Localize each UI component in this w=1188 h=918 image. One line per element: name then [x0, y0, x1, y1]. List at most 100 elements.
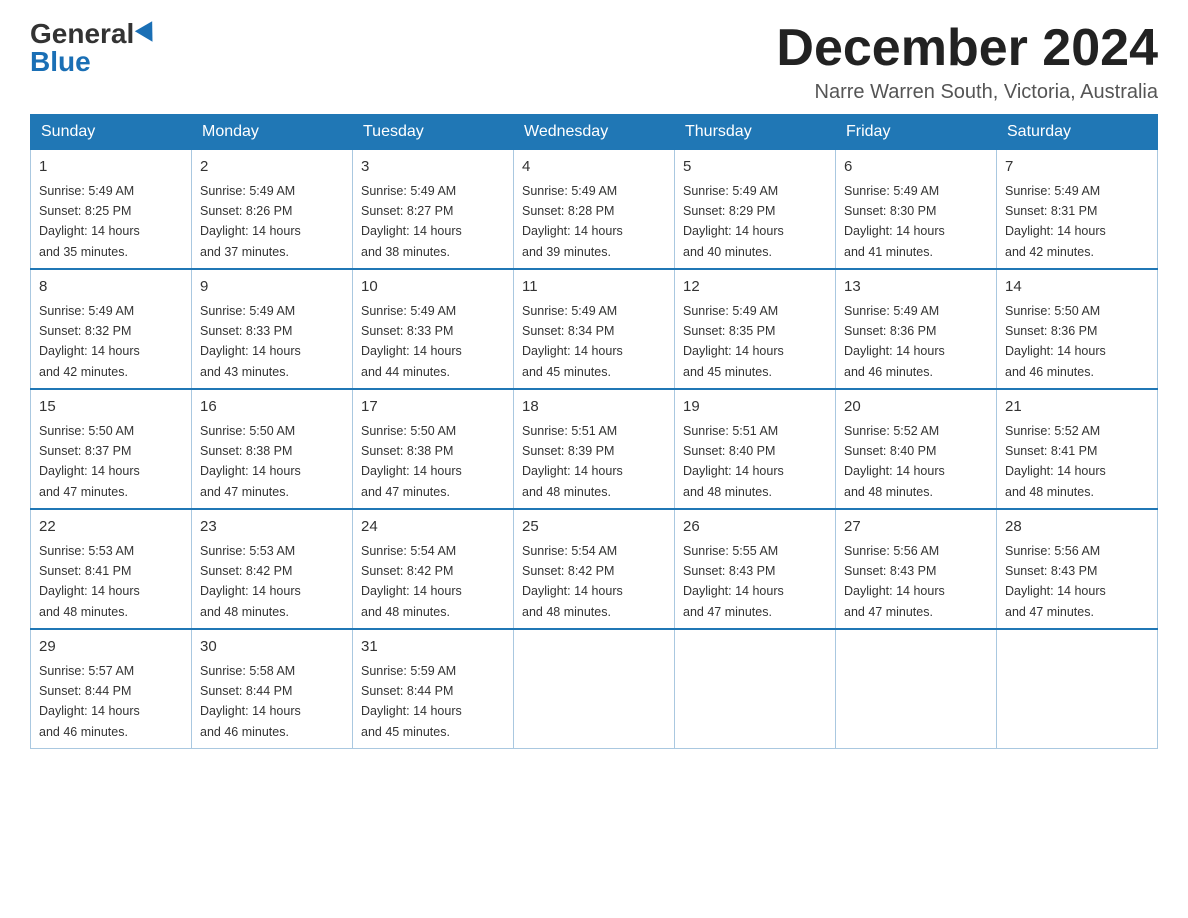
day-info: Sunrise: 5:57 AMSunset: 8:44 PMDaylight:… [39, 664, 140, 739]
calendar-cell: 10Sunrise: 5:49 AMSunset: 8:33 PMDayligh… [353, 269, 514, 389]
calendar-cell: 31 Sunrise: 5:59 AMSunset: 8:44 PMDayligh… [353, 629, 514, 749]
calendar-cell: 17 Sunrise: 5:50 AMSunset: 8:38 PMDayligh… [353, 389, 514, 509]
calendar-cell [675, 629, 836, 749]
calendar-cell: 11 Sunrise: 5:49 AMSunset: 8:34 PMDayligh… [514, 269, 675, 389]
calendar-cell: 1 Sunrise: 5:49 AMSunset: 8:25 PMDaylight… [31, 150, 192, 270]
day-info: Sunrise: 5:49 AMSunset: 8:35 PMDaylight:… [683, 304, 784, 379]
day-number: 1 [39, 156, 183, 179]
day-info: Sunrise: 5:53 AMSunset: 8:42 PMDaylight:… [200, 544, 301, 619]
logo-triangle-icon [135, 21, 161, 47]
day-number: 23 [200, 516, 344, 539]
day-info: Sunrise: 5:49 AMSunset: 8:27 PMDaylight:… [361, 184, 462, 259]
day-number: 12 [683, 276, 827, 299]
location-subtitle: Narre Warren South, Victoria, Australia [776, 81, 1158, 104]
header-sunday: Sunday [31, 115, 192, 150]
day-number: 2 [200, 156, 344, 179]
header-tuesday: Tuesday [353, 115, 514, 150]
header-thursday: Thursday [675, 115, 836, 150]
day-number: 27 [844, 516, 988, 539]
week-row-5: 29 Sunrise: 5:57 AMSunset: 8:44 PMDayligh… [31, 629, 1158, 749]
calendar-cell [997, 629, 1158, 749]
day-number: 11 [522, 276, 666, 299]
week-row-4: 22Sunrise: 5:53 AMSunset: 8:41 PMDayligh… [31, 509, 1158, 629]
calendar-cell: 26 Sunrise: 5:55 AMSunset: 8:43 PMDayligh… [675, 509, 836, 629]
day-number: 31 [361, 636, 505, 659]
day-info: Sunrise: 5:56 AMSunset: 8:43 PMDaylight:… [1005, 544, 1106, 619]
day-info: Sunrise: 5:49 AMSunset: 8:28 PMDaylight:… [522, 184, 623, 259]
calendar-cell: 5 Sunrise: 5:49 AMSunset: 8:29 PMDaylight… [675, 150, 836, 270]
header-saturday: Saturday [997, 115, 1158, 150]
day-number: 4 [522, 156, 666, 179]
day-info: Sunrise: 5:50 AMSunset: 8:38 PMDaylight:… [200, 424, 301, 499]
day-info: Sunrise: 5:50 AMSunset: 8:37 PMDaylight:… [39, 424, 140, 499]
calendar-cell: 6 Sunrise: 5:49 AMSunset: 8:30 PMDaylight… [836, 150, 997, 270]
day-info: Sunrise: 5:58 AMSunset: 8:44 PMDaylight:… [200, 664, 301, 739]
logo-blue-text: Blue [30, 48, 91, 76]
day-info: Sunrise: 5:49 AMSunset: 8:34 PMDaylight:… [522, 304, 623, 379]
day-number: 3 [361, 156, 505, 179]
calendar-cell: 23 Sunrise: 5:53 AMSunset: 8:42 PMDayligh… [192, 509, 353, 629]
calendar-cell: 29 Sunrise: 5:57 AMSunset: 8:44 PMDayligh… [31, 629, 192, 749]
day-number: 26 [683, 516, 827, 539]
calendar-cell: 25 Sunrise: 5:54 AMSunset: 8:42 PMDayligh… [514, 509, 675, 629]
calendar-cell: 27Sunrise: 5:56 AMSunset: 8:43 PMDayligh… [836, 509, 997, 629]
calendar-cell: 7Sunrise: 5:49 AMSunset: 8:31 PMDaylight… [997, 150, 1158, 270]
header-monday: Monday [192, 115, 353, 150]
logo-general-text: General [30, 20, 134, 48]
calendar-cell: 18Sunrise: 5:51 AMSunset: 8:39 PMDayligh… [514, 389, 675, 509]
day-info: Sunrise: 5:50 AMSunset: 8:38 PMDaylight:… [361, 424, 462, 499]
calendar-cell: 4 Sunrise: 5:49 AMSunset: 8:28 PMDaylight… [514, 150, 675, 270]
header-wednesday: Wednesday [514, 115, 675, 150]
day-number: 6 [844, 156, 988, 179]
day-info: Sunrise: 5:54 AMSunset: 8:42 PMDaylight:… [361, 544, 462, 619]
day-number: 16 [200, 396, 344, 419]
page-header: General Blue December 2024 Narre Warren … [30, 20, 1158, 104]
day-info: Sunrise: 5:49 AMSunset: 8:29 PMDaylight:… [683, 184, 784, 259]
calendar-cell: 30Sunrise: 5:58 AMSunset: 8:44 PMDayligh… [192, 629, 353, 749]
day-number: 5 [683, 156, 827, 179]
day-info: Sunrise: 5:51 AMSunset: 8:39 PMDaylight:… [522, 424, 623, 499]
day-info: Sunrise: 5:49 AMSunset: 8:33 PMDaylight:… [361, 304, 462, 379]
calendar-cell: 2Sunrise: 5:49 AMSunset: 8:26 PMDaylight… [192, 150, 353, 270]
day-info: Sunrise: 5:51 AMSunset: 8:40 PMDaylight:… [683, 424, 784, 499]
calendar-cell: 9 Sunrise: 5:49 AMSunset: 8:33 PMDaylight… [192, 269, 353, 389]
day-number: 14 [1005, 276, 1149, 299]
calendar-cell: 24Sunrise: 5:54 AMSunset: 8:42 PMDayligh… [353, 509, 514, 629]
day-info: Sunrise: 5:55 AMSunset: 8:43 PMDaylight:… [683, 544, 784, 619]
calendar-cell: 21 Sunrise: 5:52 AMSunset: 8:41 PMDayligh… [997, 389, 1158, 509]
day-number: 21 [1005, 396, 1149, 419]
day-info: Sunrise: 5:49 AMSunset: 8:33 PMDaylight:… [200, 304, 301, 379]
day-info: Sunrise: 5:52 AMSunset: 8:40 PMDaylight:… [844, 424, 945, 499]
day-number: 22 [39, 516, 183, 539]
month-title: December 2024 [776, 20, 1158, 77]
day-number: 29 [39, 636, 183, 659]
day-info: Sunrise: 5:54 AMSunset: 8:42 PMDaylight:… [522, 544, 623, 619]
day-number: 25 [522, 516, 666, 539]
day-number: 15 [39, 396, 183, 419]
calendar-cell: 13Sunrise: 5:49 AMSunset: 8:36 PMDayligh… [836, 269, 997, 389]
day-info: Sunrise: 5:52 AMSunset: 8:41 PMDaylight:… [1005, 424, 1106, 499]
day-info: Sunrise: 5:59 AMSunset: 8:44 PMDaylight:… [361, 664, 462, 739]
week-row-3: 15 Sunrise: 5:50 AMSunset: 8:37 PMDayligh… [31, 389, 1158, 509]
calendar-cell: 3 Sunrise: 5:49 AMSunset: 8:27 PMDaylight… [353, 150, 514, 270]
day-number: 19 [683, 396, 827, 419]
calendar-table: SundayMondayTuesdayWednesdayThursdayFrid… [30, 114, 1158, 749]
calendar-cell: 16 Sunrise: 5:50 AMSunset: 8:38 PMDayligh… [192, 389, 353, 509]
day-number: 17 [361, 396, 505, 419]
calendar-cell: 28 Sunrise: 5:56 AMSunset: 8:43 PMDayligh… [997, 509, 1158, 629]
day-number: 28 [1005, 516, 1149, 539]
day-number: 7 [1005, 156, 1149, 179]
calendar-cell: 15 Sunrise: 5:50 AMSunset: 8:37 PMDayligh… [31, 389, 192, 509]
day-info: Sunrise: 5:49 AMSunset: 8:32 PMDaylight:… [39, 304, 140, 379]
logo: General Blue [30, 20, 158, 76]
calendar-cell: 8Sunrise: 5:49 AMSunset: 8:32 PMDaylight… [31, 269, 192, 389]
calendar-cell [836, 629, 997, 749]
calendar-cell: 19 Sunrise: 5:51 AMSunset: 8:40 PMDayligh… [675, 389, 836, 509]
day-info: Sunrise: 5:49 AMSunset: 8:30 PMDaylight:… [844, 184, 945, 259]
calendar-cell: 22Sunrise: 5:53 AMSunset: 8:41 PMDayligh… [31, 509, 192, 629]
day-number: 9 [200, 276, 344, 299]
week-row-1: 1 Sunrise: 5:49 AMSunset: 8:25 PMDaylight… [31, 150, 1158, 270]
day-number: 20 [844, 396, 988, 419]
day-info: Sunrise: 5:49 AMSunset: 8:25 PMDaylight:… [39, 184, 140, 259]
calendar-cell: 12 Sunrise: 5:49 AMSunset: 8:35 PMDayligh… [675, 269, 836, 389]
